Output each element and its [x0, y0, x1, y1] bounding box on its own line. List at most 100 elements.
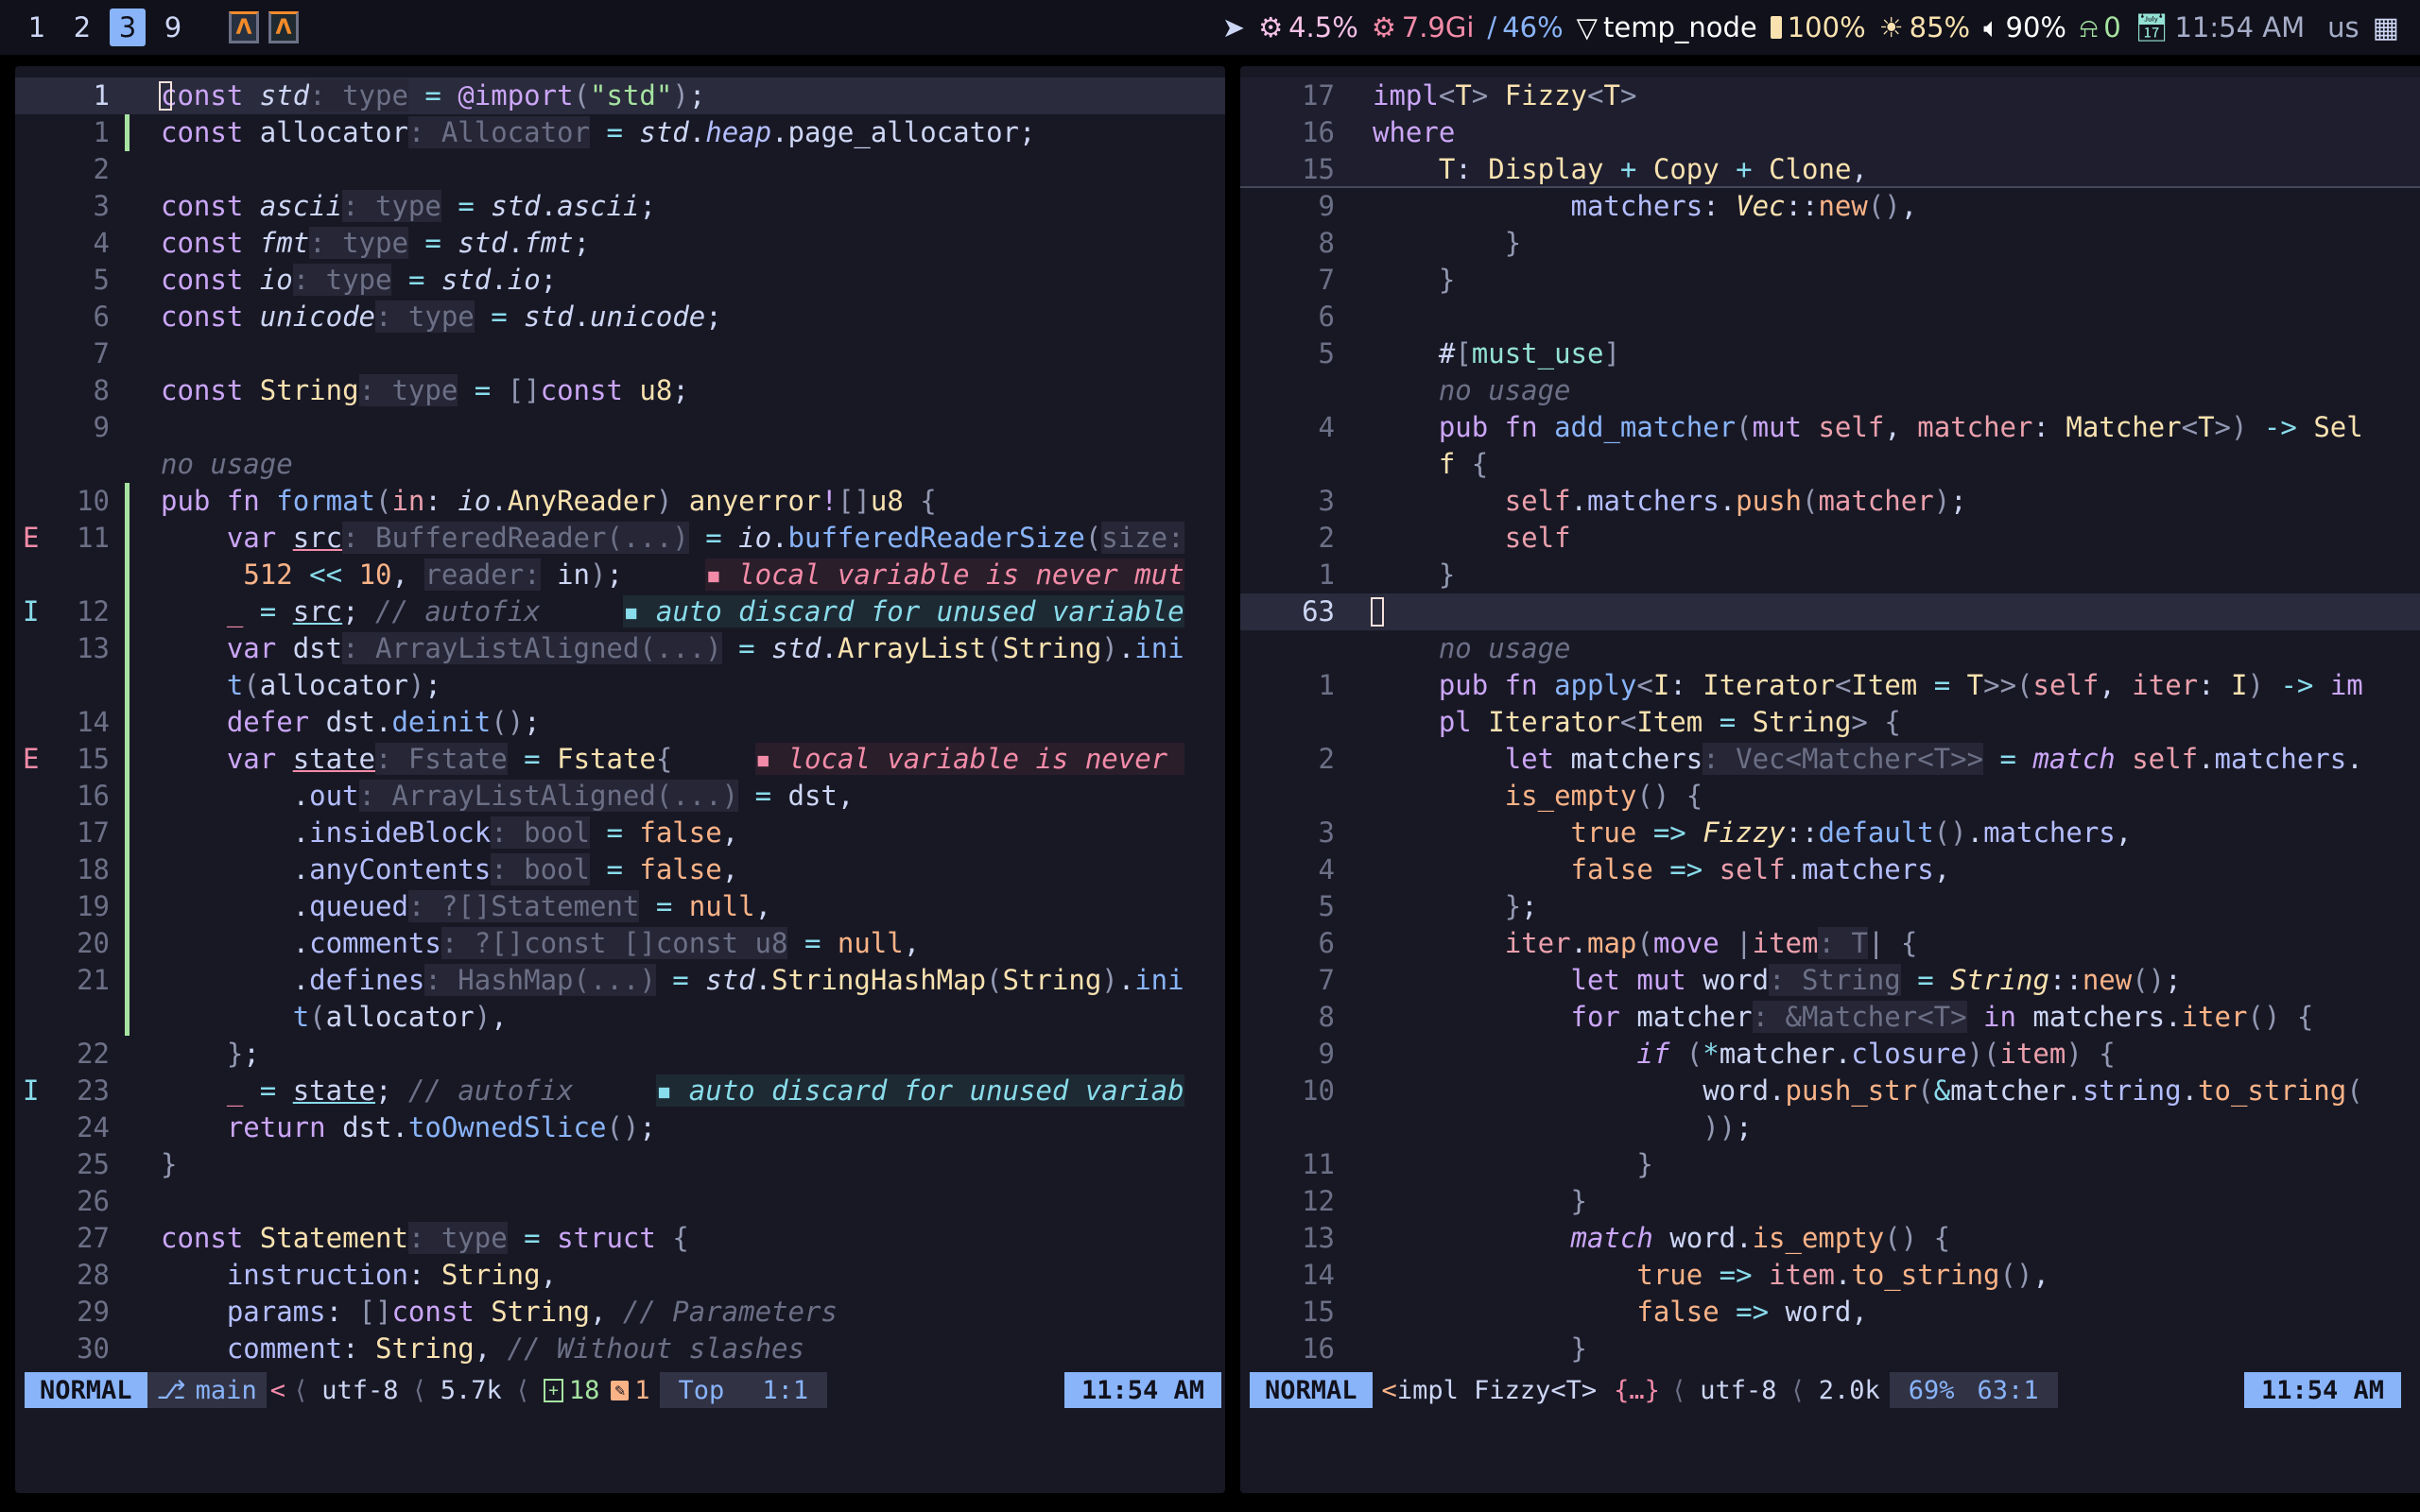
code-line[interactable]: I 12 _ = src; // autofix ▪ auto discard f… — [15, 593, 1225, 630]
code-line[interactable]: 18 .anyContents: bool = false, — [15, 851, 1225, 888]
cpu-indicator[interactable]: ⚙ 4.5% — [1258, 11, 1358, 43]
telegram-icon[interactable]: ➤ — [1222, 11, 1245, 43]
code-line[interactable]: 12 } — [1240, 1183, 2420, 1220]
cpu-value: 4.5% — [1288, 11, 1358, 43]
code-line[interactable]: 3 true => Fizzy::default().matchers, — [1240, 815, 2420, 851]
code-line[interactable]: 6 iter.map(move |item: T| { — [1240, 925, 2420, 962]
code-line[interactable]: 11 } — [1240, 1146, 2420, 1183]
code-line[interactable]: 8 const String: type = []const u8; — [15, 372, 1225, 409]
code-line[interactable]: 30 comment: String, // Without slashes — [15, 1331, 1225, 1367]
code-line[interactable]: no usage — [1240, 372, 2420, 409]
keyboard-layout[interactable]: us — [2327, 11, 2360, 43]
code-line[interactable]: 20 .comments: ?[]const []const u8 = null… — [15, 925, 1225, 962]
code-line[interactable]: 13 match word.is_empty() { — [1240, 1220, 2420, 1257]
code-line[interactable]: no usage — [1240, 630, 2420, 667]
memory-indicator[interactable]: ⚙ 7.9Gi — [1372, 11, 1475, 43]
code-line[interactable]: 17 .insideBlock: bool = false, — [15, 815, 1225, 851]
code-line[interactable]: 5 #[must_use] — [1240, 335, 2420, 372]
code-line[interactable]: 1 const allocator: Allocator = std.heap.p… — [15, 114, 1225, 151]
code-line[interactable]: 28 instruction: String, — [15, 1257, 1225, 1294]
code-line[interactable]: 9 — [15, 409, 1225, 446]
code-line[interactable]: 4 false => self.matchers, — [1240, 851, 2420, 888]
left-editor-pane[interactable]: 1 const std: type = @import("std"); 1 const… — [15, 66, 1225, 1493]
disk-slash-icon: / — [1487, 11, 1497, 43]
code-line[interactable]: 5 }; — [1240, 888, 2420, 925]
code-line[interactable]: 27 const Statement: type = struct { — [15, 1220, 1225, 1257]
volume-indicator[interactable]: 🔈︎ 90% — [1983, 11, 2066, 44]
code-line[interactable]: 3 const ascii: type = std.ascii; — [15, 188, 1225, 225]
workspace-9[interactable]: 9 — [155, 9, 191, 46]
battery-indicator[interactable]: 100% — [1770, 11, 1866, 43]
code-line[interactable]: 1 const std: type = @import("std"); — [15, 77, 1225, 114]
code-line[interactable]: 26 — [15, 1183, 1225, 1220]
code-line[interactable]: 6 const unicode: type = std.unicode; — [15, 299, 1225, 335]
code-line[interactable]: is_empty() { — [1240, 778, 2420, 815]
code-line[interactable]: 21 .defines: HashMap(...) = std.StringHa… — [15, 962, 1225, 999]
brightness-indicator[interactable]: ☀ 85% — [1879, 11, 1970, 43]
code-line[interactable]: I 23 _ = state; // autofix ▪ auto discard… — [15, 1073, 1225, 1109]
code-line[interactable]: 16 } — [1240, 1331, 2420, 1367]
code-line[interactable]: 16 .out: ArrayListAligned(...) = dst, — [15, 778, 1225, 815]
code-line[interactable]: 15 T: Display + Copy + Clone, — [1240, 151, 2420, 188]
code-line[interactable]: 14 defer dst.deinit(); — [15, 704, 1225, 741]
code-line[interactable]: 13 var dst: ArrayListAligned(...) = std.… — [15, 630, 1225, 667]
code-line[interactable]: 24 return dst.toOwnedSlice(); — [15, 1109, 1225, 1146]
code-line[interactable]: 512 << 10, reader: in); ▪ local variable… — [15, 557, 1225, 593]
code-area[interactable]: 17 impl<T> Fizzy<T> 16 where 15 T: Display +… — [1240, 77, 2420, 1367]
code-line[interactable]: 4 pub fn add_matcher(mut self, matcher: … — [1240, 409, 2420, 446]
code-line[interactable]: t(allocator); — [15, 667, 1225, 704]
code-line[interactable]: 7 — [15, 335, 1225, 372]
line-number: 4 — [93, 227, 110, 259]
code-line[interactable]: 63 — [1240, 593, 2420, 630]
code-line[interactable]: 9 matchers: Vec::new(), — [1240, 188, 2420, 225]
code-line[interactable]: 10 word.push_str(&matcher.string.to_stri… — [1240, 1073, 2420, 1109]
code-line[interactable]: 1 pub fn apply<I: Iterator<Item = T>>(se… — [1240, 667, 2420, 704]
code-line[interactable]: t(allocator), — [15, 999, 1225, 1036]
code-line[interactable]: 7 let mut word: String = String::new(); — [1240, 962, 2420, 999]
workspace-1[interactable]: 1 — [19, 9, 55, 46]
code-line[interactable]: E 11 var src: BufferedReader(...) = io.bu… — [15, 520, 1225, 557]
code-line[interactable]: 9 if (*matcher.closure)(item) { — [1240, 1036, 2420, 1073]
code-line[interactable]: 17 impl<T> Fizzy<T> — [1240, 77, 2420, 114]
code-line[interactable]: 8 } — [1240, 225, 2420, 262]
workspace-2[interactable]: 2 — [64, 9, 100, 46]
code-line[interactable]: 8 for matcher: &Matcher<T> in matchers.i… — [1240, 999, 2420, 1036]
code-line[interactable]: no usage — [15, 446, 1225, 483]
alacritty-icon[interactable]: Λ — [268, 11, 299, 43]
line-number: 14 — [1302, 1259, 1335, 1291]
code-line[interactable]: f { — [1240, 446, 2420, 483]
code-line[interactable]: )); — [1240, 1109, 2420, 1146]
code-line[interactable]: 7 } — [1240, 262, 2420, 299]
code-line[interactable]: 3 self.matchers.push(matcher); — [1240, 483, 2420, 520]
code-line[interactable]: 2 — [15, 151, 1225, 188]
right-editor-pane[interactable]: 17 impl<T> Fizzy<T> 16 where 15 T: Display +… — [1240, 66, 2420, 1493]
code-area[interactable]: 1 const std: type = @import("std"); 1 const… — [15, 77, 1225, 1367]
code-text: matchers: Vec::new(), — [1570, 190, 1918, 222]
app-grid-icon[interactable]: ▦ — [2373, 11, 2399, 44]
code-line[interactable]: 14 true => item.to_string(), — [1240, 1257, 2420, 1294]
git-branch[interactable]: ⎇ main — [147, 1372, 267, 1408]
code-line[interactable]: 16 where — [1240, 114, 2420, 151]
alacritty-icon[interactable]: Λ — [229, 11, 259, 43]
code-line[interactable]: E 15 var state: Fstate = Fstate{ ▪ local … — [15, 741, 1225, 778]
code-line[interactable]: 15 false => word, — [1240, 1294, 2420, 1331]
workspace-3[interactable]: 3 — [110, 9, 146, 46]
code-text: comment: String, // Without slashes — [226, 1332, 804, 1365]
notifications-indicator[interactable]: ⍾ 0 — [2080, 11, 2121, 44]
disk-indicator[interactable]: / 46% — [1487, 11, 1563, 43]
code-line[interactable]: 25} — [15, 1146, 1225, 1183]
clock-indicator[interactable]: 📅︎ 11:54 AM — [2135, 11, 2305, 44]
code-line[interactable]: 10 pub fn format(in: io.AnyReader) anyerr… — [15, 483, 1225, 520]
code-line[interactable]: 5 const io: type = std.io; — [15, 262, 1225, 299]
code-line[interactable]: 6 — [1240, 299, 2420, 335]
breadcrumb[interactable]: < impl Fizzy<T> — [1373, 1372, 1607, 1408]
code-line[interactable]: 2 let matchers: Vec<Matcher<T>> = match … — [1240, 741, 2420, 778]
code-line[interactable]: 29 params: []const String, // Parameters — [15, 1294, 1225, 1331]
code-line[interactable]: 19 .queued: ?[]Statement = null, — [15, 888, 1225, 925]
code-line[interactable]: pl Iterator<Item = String> { — [1240, 704, 2420, 741]
code-line[interactable]: 22 }; — [15, 1036, 1225, 1073]
code-line[interactable]: 2 self — [1240, 520, 2420, 557]
network-indicator[interactable]: ▽ temp_node — [1577, 11, 1757, 43]
code-line[interactable]: 4 const fmt: type = std.fmt; — [15, 225, 1225, 262]
code-line[interactable]: 1 } — [1240, 557, 2420, 593]
